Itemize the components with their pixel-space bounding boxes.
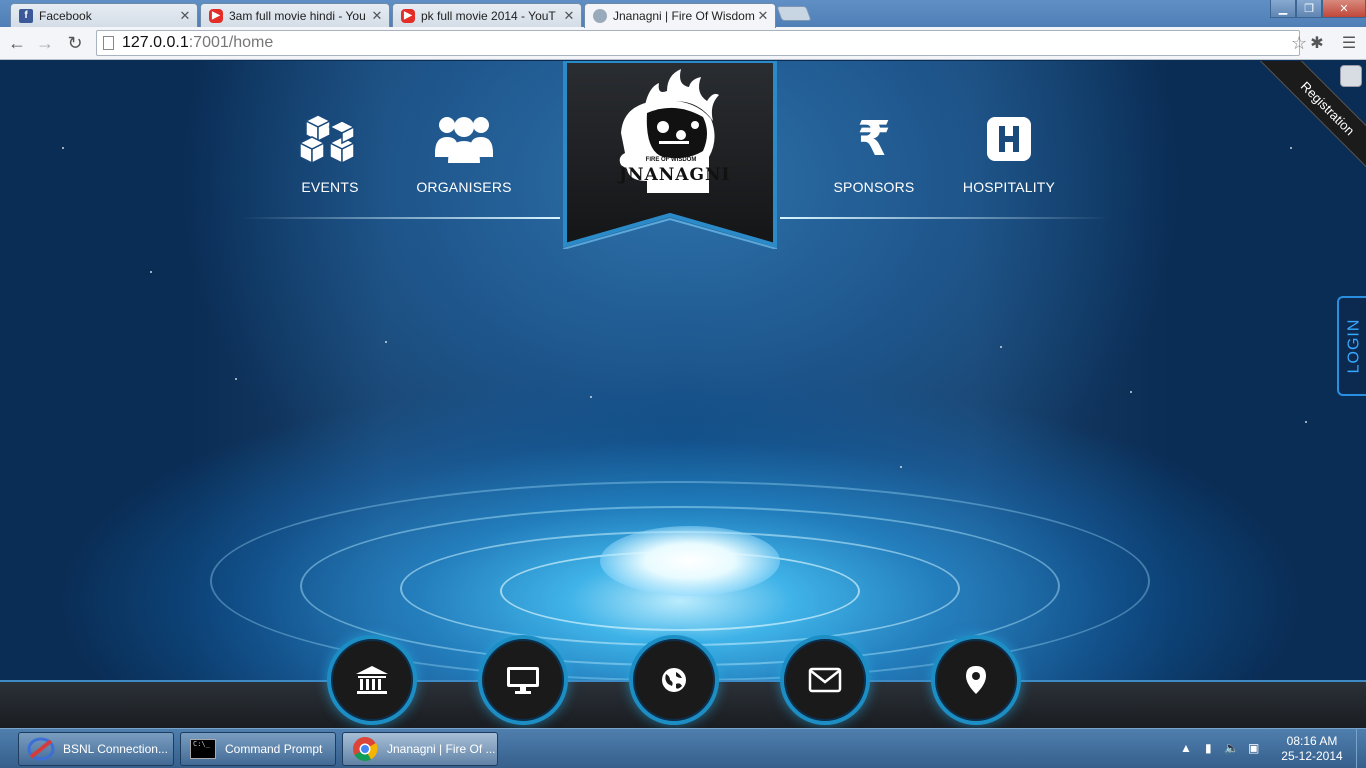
tab-title: Jnanagni | Fire Of Wisdom bbox=[613, 9, 755, 23]
footer-monitor-button[interactable] bbox=[478, 635, 568, 725]
taskbar-item-chrome[interactable]: Jnanagni | Fire Of ... bbox=[342, 732, 498, 766]
taskbar-label: BSNL Connection... bbox=[63, 742, 168, 756]
battery-icon[interactable]: ▮ bbox=[1205, 741, 1212, 755]
youtube-icon: ▶ bbox=[209, 8, 223, 23]
tab-facebook[interactable]: f Facebook ✕ bbox=[10, 3, 198, 27]
page-content: EVENTS ORGANISERS ₹ SPONSORS HOSPITALITY… bbox=[0, 61, 1366, 728]
star-sparkle bbox=[150, 271, 152, 273]
close-icon[interactable]: ✕ bbox=[757, 8, 769, 24]
tab-jnanagni[interactable]: Jnanagni | Fire Of Wisdom ✕ bbox=[584, 3, 776, 28]
hospital-icon bbox=[949, 111, 1069, 167]
cmd-icon: C:\_ bbox=[189, 737, 217, 761]
rupee-icon: ₹ bbox=[857, 111, 891, 167]
browser-toolbar: ← → ↻ 127.0.0.1 :7001/home ☆ ✱ ☰ bbox=[0, 27, 1366, 60]
tab-title: pk full movie 2014 - YouT bbox=[421, 8, 556, 23]
url-host: 127.0.0.1 bbox=[122, 34, 189, 51]
monitor-icon bbox=[507, 667, 539, 694]
login-label: LOGIN bbox=[1345, 318, 1363, 374]
cubes-icon bbox=[270, 111, 390, 167]
close-icon[interactable]: ✕ bbox=[179, 8, 191, 24]
tab-3am-movie[interactable]: ▶ 3am full movie hindi - You ✕ bbox=[200, 3, 390, 27]
star-sparkle bbox=[62, 147, 64, 149]
nav-events-label: EVENTS bbox=[301, 179, 359, 195]
taskbar-item-bsnl[interactable]: BSNL Connection... bbox=[18, 732, 174, 766]
nav-hospitality-label: HOSPITALITY bbox=[962, 179, 1056, 195]
system-clock[interactable]: 08:16 AM 25-12-2014 bbox=[1272, 734, 1352, 764]
taskbar-label: Command Prompt bbox=[225, 742, 323, 756]
star-sparkle bbox=[1305, 421, 1307, 423]
star-sparkle bbox=[1000, 346, 1002, 348]
new-tab-button[interactable] bbox=[776, 6, 812, 21]
back-button[interactable]: ← bbox=[6, 32, 28, 54]
star-sparkle bbox=[590, 396, 592, 398]
tab-title: Facebook bbox=[39, 8, 92, 23]
windows-taskbar: BSNL Connection... C:\_ Command Prompt J… bbox=[0, 728, 1366, 768]
taskbar-label: Jnanagni | Fire Of ... bbox=[387, 742, 496, 756]
bsnl-icon bbox=[27, 737, 55, 761]
url-path: :7001/home bbox=[188, 34, 274, 51]
footer-mail-button[interactable] bbox=[780, 635, 870, 725]
show-hidden-icons-button[interactable]: ▲ bbox=[1180, 741, 1192, 755]
facebook-icon: f bbox=[19, 8, 33, 23]
star-sparkle bbox=[385, 341, 387, 343]
close-icon[interactable]: ✕ bbox=[563, 8, 575, 24]
nav-hospitality[interactable]: HOSPITALITY bbox=[949, 111, 1069, 195]
clock-time: 08:16 AM bbox=[1286, 734, 1338, 748]
minimize-button[interactable]: ▁ bbox=[1270, 0, 1296, 18]
settings-widget-icon[interactable] bbox=[1340, 65, 1362, 87]
page-icon bbox=[103, 36, 114, 50]
chrome-icon bbox=[351, 737, 379, 762]
close-window-button[interactable]: ✕ bbox=[1322, 0, 1366, 18]
show-desktop-button[interactable] bbox=[1356, 729, 1366, 768]
nav-shelf-right bbox=[780, 217, 1110, 219]
address-bar[interactable]: 127.0.0.1 :7001/home ☆ bbox=[96, 30, 1307, 56]
star-sparkle bbox=[235, 378, 237, 380]
reload-icon: ↻ bbox=[67, 32, 83, 53]
taskbar-item-cmd[interactable]: C:\_ Command Prompt bbox=[180, 732, 336, 766]
bank-icon bbox=[356, 666, 388, 694]
jnanagni-logo[interactable]: FIRE OF WISDOM JNANAGNI bbox=[562, 61, 778, 250]
logo-tagline: FIRE OF WISDOM bbox=[645, 157, 697, 163]
star-sparkle bbox=[1130, 391, 1132, 393]
reload-button[interactable]: ↻ bbox=[64, 32, 86, 54]
tab-pk-movie[interactable]: ▶ pk full movie 2014 - YouT ✕ bbox=[392, 3, 582, 27]
nav-shelf-left bbox=[240, 217, 560, 219]
nav-organisers-label: ORGANISERS bbox=[416, 179, 512, 195]
arrow-right-icon: → bbox=[36, 32, 54, 53]
users-icon bbox=[404, 111, 524, 167]
nav-sponsors-label: SPONSORS bbox=[833, 179, 915, 195]
footer-bank-button[interactable] bbox=[327, 635, 417, 725]
close-icon[interactable]: ✕ bbox=[371, 8, 383, 24]
youtube-icon: ▶ bbox=[401, 8, 415, 23]
arrow-left-icon: ← bbox=[8, 32, 26, 53]
footer-location-button[interactable] bbox=[931, 635, 1021, 725]
volume-icon[interactable]: 🔈 bbox=[1224, 741, 1239, 755]
envelope-icon bbox=[808, 667, 842, 693]
footer-globe-button[interactable] bbox=[629, 635, 719, 725]
globe-icon bbox=[593, 9, 607, 23]
map-pin-icon bbox=[966, 666, 986, 694]
maximize-button[interactable]: ❐ bbox=[1296, 0, 1322, 18]
logo-brand: JNANAGNI bbox=[619, 165, 731, 185]
network-icon[interactable]: ▣ bbox=[1248, 741, 1259, 755]
login-button[interactable]: LOGIN bbox=[1337, 296, 1366, 396]
menu-icon[interactable]: ☰ bbox=[1338, 32, 1360, 54]
globe-icon bbox=[662, 668, 686, 692]
nav-events[interactable]: EVENTS bbox=[270, 111, 390, 195]
bookmark-star-icon[interactable]: ☆ bbox=[1291, 33, 1307, 53]
clock-date: 25-12-2014 bbox=[1281, 749, 1343, 763]
extension-icon[interactable]: ✱ bbox=[1306, 32, 1328, 54]
tab-strip: f Facebook ✕ ▶ 3am full movie hindi - Yo… bbox=[0, 0, 1366, 28]
nav-organisers[interactable]: ORGANISERS bbox=[404, 111, 524, 195]
nav-sponsors[interactable]: ₹ SPONSORS bbox=[814, 111, 934, 195]
forward-button[interactable]: → bbox=[34, 32, 56, 54]
star-sparkle bbox=[900, 466, 902, 468]
galaxy-core bbox=[600, 526, 780, 596]
tab-title: 3am full movie hindi - You bbox=[229, 8, 366, 23]
